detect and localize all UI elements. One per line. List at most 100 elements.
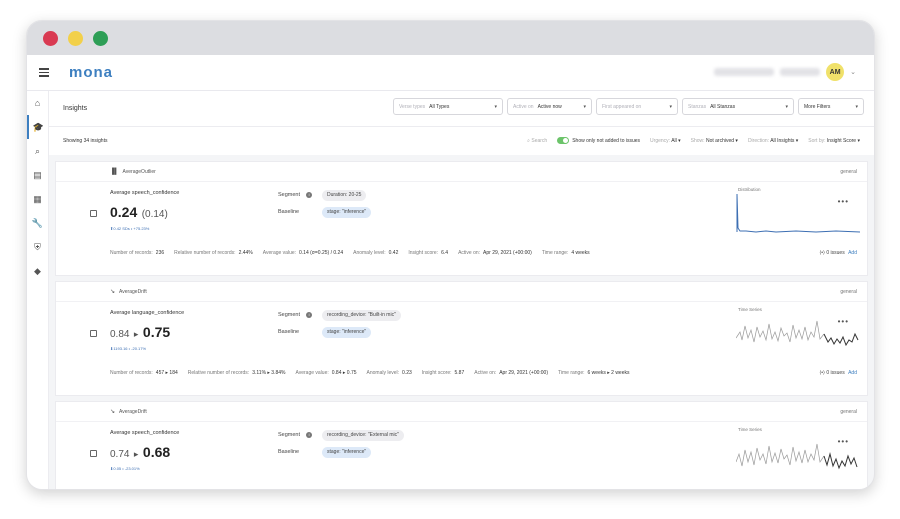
stat-value: 6 weeks ▸ 2 weeks bbox=[587, 370, 630, 376]
stat-value: Apr 29, 2021 (+00:00) bbox=[483, 250, 532, 256]
filter-active-on[interactable]: Active on Active now ▾ bbox=[507, 98, 592, 115]
document-icon[interactable]: ▤ bbox=[27, 163, 48, 187]
info-icon[interactable]: i bbox=[306, 312, 313, 318]
urgency-value: All bbox=[671, 137, 677, 144]
insight-card[interactable]: ↘ AverageDrift general Average speech_co… bbox=[55, 401, 868, 489]
value-from: 0.84 bbox=[110, 329, 130, 340]
baseline-chip[interactable]: stage: "inference" bbox=[322, 447, 372, 458]
filter-first-appeared-on[interactable]: First appeared on ▾ bbox=[596, 98, 678, 115]
more-options-icon[interactable]: ••• bbox=[838, 437, 849, 446]
insight-card[interactable]: ▐▌ AverageOutlier general Average speech… bbox=[55, 161, 868, 276]
stat-key: Time range: bbox=[541, 250, 569, 256]
minimize-window-button[interactable] bbox=[68, 30, 83, 46]
search-icon[interactable]: ⌕ bbox=[27, 139, 48, 163]
issues-count: 0 issues bbox=[826, 250, 845, 256]
main-content: Insights Verse types All Types ▾ Active … bbox=[49, 91, 874, 489]
baseline-chip[interactable]: stage: "inference" bbox=[322, 207, 372, 218]
stat-value: Apr 29, 2021 (+00:00) bbox=[499, 370, 549, 376]
segment-chip[interactable]: Duration: 20-25 bbox=[322, 190, 367, 201]
sort-value: Insight Score bbox=[826, 137, 857, 144]
segment-label: Segment i bbox=[278, 432, 313, 438]
filter-verse-types[interactable]: Verse types All Types ▾ bbox=[393, 98, 503, 115]
stat: Average value: 0.14 (σ=0.25) / 0.24 bbox=[263, 250, 343, 256]
stat: Time range: 4 weeks bbox=[542, 250, 590, 256]
blurred-account-info bbox=[714, 68, 775, 76]
trend-down-icon: ↘ bbox=[110, 289, 116, 295]
stat: Insight score: 6.4 bbox=[408, 250, 448, 256]
filter-label: Verse types bbox=[399, 103, 426, 110]
stat-key: Relative number of records: bbox=[174, 250, 236, 256]
caret-down-icon: ▾ bbox=[494, 103, 497, 110]
card-stats: Number of records: 236 Relative number of… bbox=[110, 250, 857, 256]
stat-key: Average value: bbox=[295, 370, 329, 376]
sort-dropdown[interactable]: Sort by: Insight Score ▾ bbox=[808, 138, 860, 144]
value-change: ⬇0.05 • -23.01% bbox=[110, 466, 140, 471]
urgency-dropdown[interactable]: Urgency: All ▾ bbox=[650, 138, 681, 144]
chevron-down-icon[interactable]: ⌄ bbox=[850, 68, 856, 76]
add-issue-button[interactable]: Add bbox=[848, 370, 857, 376]
not-added-toggle[interactable]: Show only not added to issues bbox=[557, 137, 640, 144]
home-icon[interactable]: ⌂ bbox=[27, 91, 48, 115]
insights-icon[interactable]: 🎓 bbox=[27, 115, 48, 139]
issues-link[interactable]: ⟨•⟩ 0 issues Add bbox=[819, 250, 857, 256]
stat-key: Active on: bbox=[474, 370, 497, 376]
blurred-account-info bbox=[780, 68, 821, 76]
trend-down-icon: ↘ bbox=[110, 409, 116, 415]
select-checkbox[interactable] bbox=[90, 210, 97, 217]
insights-count: Showing 34 insights bbox=[63, 138, 108, 144]
shield-icon[interactable]: ⛨ bbox=[27, 235, 48, 259]
caret-down-icon: ▾ bbox=[583, 103, 586, 110]
avatar[interactable]: AM bbox=[826, 63, 845, 81]
close-window-button[interactable] bbox=[43, 30, 58, 46]
more-options-icon[interactable]: ••• bbox=[838, 317, 849, 326]
segment-label: Segment i bbox=[278, 312, 313, 318]
user-menu[interactable]: AM ⌄ bbox=[714, 63, 856, 81]
select-checkbox[interactable] bbox=[90, 330, 97, 337]
menu-icon[interactable] bbox=[39, 68, 49, 77]
stat-key: Insight score: bbox=[408, 250, 439, 256]
show-value: Not archived bbox=[705, 137, 735, 144]
segment-chip[interactable]: recording_device: "Built-in mic" bbox=[322, 310, 401, 321]
app-logo[interactable]: mona bbox=[69, 64, 113, 81]
dashboard-icon[interactable]: ▦ bbox=[27, 187, 48, 211]
filter-stanzas[interactable]: Stanzas All Stanzas ▾ bbox=[682, 98, 794, 115]
stat: Number of records: 236 bbox=[110, 250, 164, 256]
urgency-label: Urgency: bbox=[650, 137, 671, 144]
add-issue-button[interactable]: Add bbox=[848, 250, 857, 256]
stat: Relative number of records: 3.11% ▸ 3.84% bbox=[188, 370, 286, 376]
diamond-icon[interactable]: ◆ bbox=[27, 259, 48, 283]
metric-value: 0.24 (0.14) bbox=[110, 204, 168, 222]
issues-count: 0 issues bbox=[826, 370, 845, 376]
stat-key: Anomaly level: bbox=[353, 250, 386, 256]
wrench-icon[interactable]: 🔧 bbox=[27, 211, 48, 235]
stat: Time range: 6 weeks ▸ 2 weeks bbox=[558, 370, 629, 376]
value-to: 0.68 bbox=[142, 444, 171, 460]
stat-key: Anomaly level: bbox=[366, 370, 400, 376]
toggle-switch[interactable] bbox=[557, 137, 570, 144]
show-dropdown[interactable]: Show: Not archived ▾ bbox=[691, 138, 738, 144]
page-header: Insights Verse types All Types ▾ Active … bbox=[49, 91, 874, 127]
stat-key: Average value: bbox=[262, 250, 297, 256]
maximize-window-button[interactable] bbox=[93, 30, 108, 46]
select-checkbox[interactable] bbox=[90, 450, 97, 457]
arrow-right-icon: ▸ bbox=[133, 449, 139, 459]
info-icon[interactable]: i bbox=[306, 432, 313, 438]
stat-value: 0.14 (σ=0.25) / 0.24 bbox=[299, 250, 344, 256]
issues-link[interactable]: ⟨•⟩ 0 issues Add bbox=[819, 370, 857, 376]
segment-chip[interactable]: recording_device: "External mic" bbox=[322, 430, 404, 441]
filter-value: More Filters bbox=[804, 103, 831, 110]
card-header: ↘ AverageDrift general bbox=[56, 402, 867, 422]
caret-down-icon: ▾ bbox=[855, 103, 858, 110]
insight-card[interactable]: ↘ AverageDrift general Average language_… bbox=[55, 281, 868, 396]
stat-value: 6.4 bbox=[441, 250, 449, 256]
browser-window: mona AM ⌄ ⌂ 🎓 ⌕ ▤ ▦ 🔧 ⛨ ◆ Insights Verse… bbox=[26, 20, 875, 490]
more-filters-button[interactable]: More Filters ▾ bbox=[798, 98, 864, 115]
stat-value: 3.11% ▸ 3.84% bbox=[252, 370, 286, 376]
baseline-chip[interactable]: stage: "inference" bbox=[322, 327, 372, 338]
more-options-icon[interactable]: ••• bbox=[838, 197, 849, 206]
direction-dropdown[interactable]: Direction: All Insights ▾ bbox=[748, 138, 798, 144]
search-input[interactable]: ⌕ Search bbox=[527, 138, 547, 144]
stat-value: 0.42 bbox=[388, 250, 399, 256]
info-icon[interactable]: i bbox=[306, 192, 313, 198]
baseline-label: Baseline bbox=[278, 209, 300, 215]
